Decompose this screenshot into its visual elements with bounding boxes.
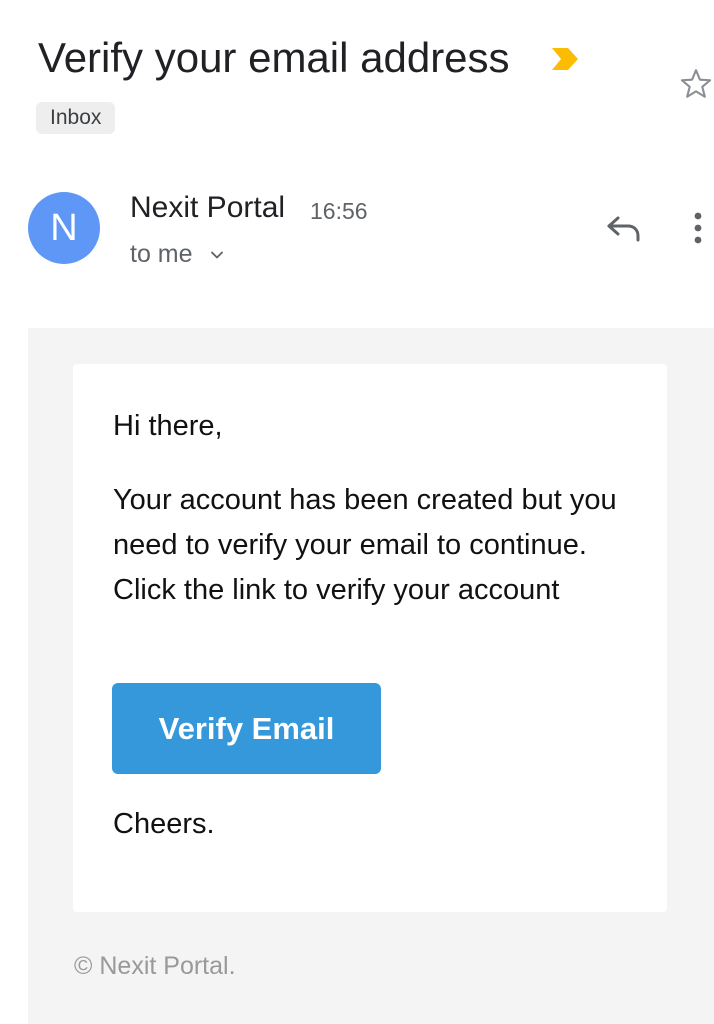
reply-icon[interactable] xyxy=(604,212,642,244)
message-text: Your account has been created but you ne… xyxy=(113,484,617,606)
footer-copyright: © Nexit Portal. xyxy=(74,952,236,980)
signoff-text: Cheers. xyxy=(113,808,215,840)
email-body: Hi there, Your account has been created … xyxy=(28,328,714,1024)
message-card: Hi there, Your account has been created … xyxy=(73,364,667,912)
label-important-icon[interactable] xyxy=(550,46,580,72)
avatar[interactable]: N xyxy=(28,192,100,264)
sent-time: 16:56 xyxy=(310,198,368,224)
chevron-down-icon xyxy=(211,251,224,259)
sender-name: Nexit Portal xyxy=(130,191,286,224)
star-outline-icon[interactable] xyxy=(678,66,714,102)
recipients-label: to me xyxy=(130,240,193,268)
more-vert-icon[interactable] xyxy=(686,210,710,246)
recipients-toggle[interactable]: to me xyxy=(130,238,225,270)
subject-row: Verify your email address xyxy=(38,30,714,98)
inbox-label-chip[interactable]: Inbox xyxy=(36,102,116,134)
email-view: Verify your email address Inbox N Nexit … xyxy=(0,0,714,1024)
email-subject: Verify your email address xyxy=(38,34,510,81)
verify-email-button[interactable]: Verify Email xyxy=(112,683,381,774)
greeting-text: Hi there, xyxy=(113,410,223,442)
